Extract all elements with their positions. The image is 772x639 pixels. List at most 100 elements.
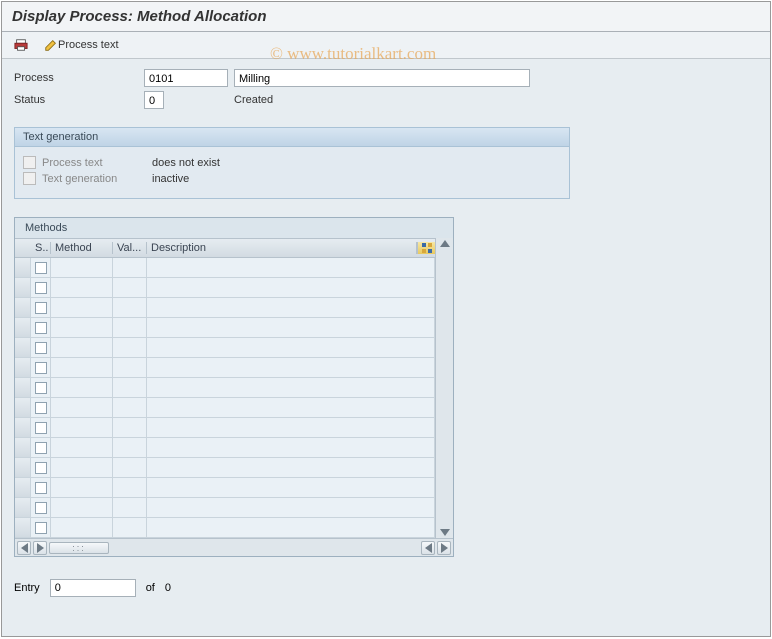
entry-field[interactable]: 0 xyxy=(50,579,136,597)
row-checkbox-cell[interactable] xyxy=(31,278,51,298)
process-code-field[interactable]: 0101 xyxy=(144,69,228,87)
row-checkbox[interactable] xyxy=(35,502,47,514)
table-row[interactable] xyxy=(15,358,435,378)
process-name-field[interactable]: Milling xyxy=(234,69,530,87)
method-cell[interactable] xyxy=(51,298,113,318)
scroll-left-button[interactable] xyxy=(17,541,31,555)
method-cell[interactable] xyxy=(51,358,113,378)
row-checkbox-cell[interactable] xyxy=(31,478,51,498)
method-cell[interactable] xyxy=(51,338,113,358)
scroll-right-button-2[interactable] xyxy=(437,541,451,555)
method-cell[interactable] xyxy=(51,378,113,398)
column-s[interactable]: S.. xyxy=(31,242,51,254)
scroll-left-button-2[interactable] xyxy=(421,541,435,555)
val-cell[interactable] xyxy=(113,478,147,498)
desc-cell[interactable] xyxy=(147,478,435,498)
table-row[interactable] xyxy=(15,418,435,438)
row-checkbox[interactable] xyxy=(35,382,47,394)
process-text-button[interactable]: Process text xyxy=(38,35,125,55)
desc-cell[interactable] xyxy=(147,518,435,538)
table-row[interactable] xyxy=(15,478,435,498)
row-checkbox[interactable] xyxy=(35,342,47,354)
table-row[interactable] xyxy=(15,258,435,278)
row-checkbox-cell[interactable] xyxy=(31,378,51,398)
desc-cell[interactable] xyxy=(147,298,435,318)
val-cell[interactable] xyxy=(113,498,147,518)
row-checkbox-cell[interactable] xyxy=(31,458,51,478)
row-checkbox[interactable] xyxy=(35,442,47,454)
row-selector[interactable] xyxy=(15,478,31,498)
table-row[interactable] xyxy=(15,398,435,418)
method-cell[interactable] xyxy=(51,498,113,518)
scroll-up-icon[interactable] xyxy=(440,240,450,247)
val-cell[interactable] xyxy=(113,278,147,298)
desc-cell[interactable] xyxy=(147,258,435,278)
val-cell[interactable] xyxy=(113,418,147,438)
method-cell[interactable] xyxy=(51,478,113,498)
table-row[interactable] xyxy=(15,438,435,458)
row-selector[interactable] xyxy=(15,398,31,418)
method-cell[interactable] xyxy=(51,438,113,458)
row-checkbox[interactable] xyxy=(35,282,47,294)
desc-cell[interactable] xyxy=(147,498,435,518)
val-cell[interactable] xyxy=(113,258,147,278)
table-row[interactable] xyxy=(15,338,435,358)
row-selector[interactable] xyxy=(15,418,31,438)
row-checkbox[interactable] xyxy=(35,302,47,314)
row-checkbox-cell[interactable] xyxy=(31,498,51,518)
row-checkbox[interactable] xyxy=(35,322,47,334)
row-selector[interactable] xyxy=(15,458,31,478)
vertical-scrollbar[interactable] xyxy=(435,238,453,538)
row-checkbox-cell[interactable] xyxy=(31,318,51,338)
table-row[interactable] xyxy=(15,458,435,478)
desc-cell[interactable] xyxy=(147,318,435,338)
row-checkbox-cell[interactable] xyxy=(31,358,51,378)
val-cell[interactable] xyxy=(113,438,147,458)
method-cell[interactable] xyxy=(51,458,113,478)
row-selector[interactable] xyxy=(15,358,31,378)
row-checkbox[interactable] xyxy=(35,462,47,474)
column-val[interactable]: Val... xyxy=(113,242,147,254)
method-cell[interactable] xyxy=(51,518,113,538)
row-checkbox-cell[interactable] xyxy=(31,258,51,278)
table-row[interactable] xyxy=(15,318,435,338)
column-method[interactable]: Method xyxy=(51,242,113,254)
row-checkbox-cell[interactable] xyxy=(31,438,51,458)
column-drag-handle[interactable]: ::: xyxy=(49,542,109,554)
row-selector[interactable] xyxy=(15,258,31,278)
desc-cell[interactable] xyxy=(147,458,435,478)
val-cell[interactable] xyxy=(113,318,147,338)
method-cell[interactable] xyxy=(51,278,113,298)
scroll-right-button[interactable] xyxy=(33,541,47,555)
table-row[interactable] xyxy=(15,498,435,518)
val-cell[interactable] xyxy=(113,298,147,318)
row-checkbox-cell[interactable] xyxy=(31,418,51,438)
row-checkbox[interactable] xyxy=(35,402,47,414)
table-row[interactable] xyxy=(15,298,435,318)
row-selector[interactable] xyxy=(15,438,31,458)
row-checkbox-cell[interactable] xyxy=(31,398,51,418)
scroll-down-icon[interactable] xyxy=(440,529,450,536)
column-description[interactable]: Description xyxy=(147,242,417,254)
val-cell[interactable] xyxy=(113,378,147,398)
method-cell[interactable] xyxy=(51,258,113,278)
row-checkbox-cell[interactable] xyxy=(31,518,51,538)
row-selector[interactable] xyxy=(15,278,31,298)
val-cell[interactable] xyxy=(113,358,147,378)
status-code-field[interactable]: 0 xyxy=(144,91,164,109)
row-selector[interactable] xyxy=(15,378,31,398)
row-selector[interactable] xyxy=(15,498,31,518)
desc-cell[interactable] xyxy=(147,338,435,358)
row-checkbox[interactable] xyxy=(35,422,47,434)
row-checkbox[interactable] xyxy=(35,482,47,494)
table-row[interactable] xyxy=(15,518,435,538)
desc-cell[interactable] xyxy=(147,398,435,418)
table-config-button[interactable] xyxy=(417,242,435,254)
table-row[interactable] xyxy=(15,378,435,398)
desc-cell[interactable] xyxy=(147,278,435,298)
desc-cell[interactable] xyxy=(147,358,435,378)
method-cell[interactable] xyxy=(51,398,113,418)
val-cell[interactable] xyxy=(113,338,147,358)
val-cell[interactable] xyxy=(113,458,147,478)
method-cell[interactable] xyxy=(51,318,113,338)
